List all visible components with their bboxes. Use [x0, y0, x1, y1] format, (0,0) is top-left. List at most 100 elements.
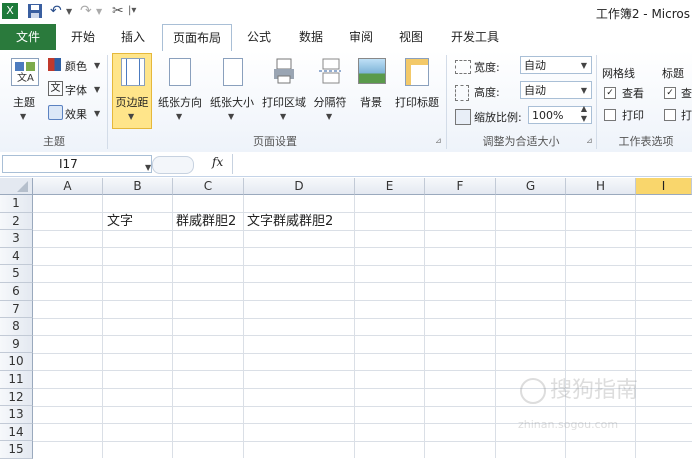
chevron-down-icon: ▼ — [228, 112, 235, 121]
orientation-button[interactable]: 纸张方向 ▼ — [155, 54, 205, 130]
print-titles-button[interactable]: 打印标题 — [391, 54, 443, 130]
themes-button[interactable]: 文A 主题 ▼ — [4, 54, 44, 130]
breaks-button[interactable]: 分隔符 ▼ — [310, 54, 350, 130]
insert-function-icon[interactable]: fx — [212, 155, 223, 169]
headings-label: 标题 — [662, 67, 684, 80]
select-all-button[interactable] — [0, 178, 33, 195]
customize-toolbar-icon[interactable]: |▾ — [128, 5, 144, 21]
redo-dropdown-icon[interactable]: ▼ — [96, 7, 112, 23]
row-header[interactable]: 11 — [0, 371, 33, 389]
font-icon: 文 — [48, 81, 63, 96]
chevron-down-icon: ▼ — [580, 61, 587, 70]
breaks-label: 分隔符 — [313, 96, 347, 109]
spinner-icon[interactable]: ▲ ▼ — [581, 104, 587, 124]
row-header[interactable]: 8 — [0, 318, 33, 336]
theme-fonts-button[interactable]: 文 字体 ▼ — [48, 80, 104, 98]
gridline — [635, 195, 636, 458]
chevron-down-icon: ▼ — [94, 109, 101, 118]
tab-review[interactable]: 审阅 — [338, 24, 384, 50]
cell-d2[interactable]: 文字群威群胆2 — [247, 213, 333, 230]
row-header[interactable]: 1 — [0, 195, 33, 213]
tab-data[interactable]: 数据 — [288, 24, 334, 50]
row-header[interactable]: 5 — [0, 265, 33, 283]
themes-icon: 文A — [11, 58, 39, 86]
row-header[interactable]: 7 — [0, 300, 33, 319]
group-separator — [596, 55, 597, 149]
custom-tool-icon[interactable]: ✂ — [112, 3, 128, 19]
formula-bar-resize-handle[interactable] — [152, 156, 194, 174]
column-header-e[interactable]: E — [355, 178, 425, 195]
excel-logo-icon: X — [2, 3, 18, 19]
gridlines-view-checkbox[interactable]: ✓ — [604, 87, 616, 99]
column-header-g[interactable]: G — [496, 178, 566, 195]
tab-insert[interactable]: 插入 — [110, 24, 156, 50]
width-value: 自动 — [524, 59, 546, 72]
column-header-c[interactable]: C — [173, 178, 244, 195]
tab-view[interactable]: 视图 — [388, 24, 434, 50]
tab-page-layout[interactable]: 页面布局 — [162, 24, 232, 51]
cell-b2[interactable]: 文字 — [107, 213, 133, 230]
gridlines-view-label: 查看 — [622, 87, 644, 100]
size-button[interactable]: 纸张大小 ▼ — [207, 54, 257, 130]
print-area-button[interactable]: 打印区域 ▼ — [259, 54, 309, 130]
tab-developer[interactable]: 开发工具 — [442, 24, 508, 50]
row-header[interactable]: 3 — [0, 230, 33, 248]
row-header[interactable]: 6 — [0, 283, 33, 301]
gridline — [354, 195, 355, 458]
gridline — [102, 195, 103, 458]
column-header-b[interactable]: B — [103, 178, 173, 195]
printer-icon — [273, 58, 295, 84]
redo-icon[interactable]: ↷ — [80, 3, 96, 19]
height-value: 自动 — [524, 84, 546, 97]
row-header[interactable]: 9 — [0, 335, 33, 354]
group-label-themes: 主题 — [43, 135, 65, 148]
headings-view-checkbox[interactable]: ✓ — [664, 87, 676, 99]
undo-icon[interactable]: ↶ — [50, 3, 66, 19]
cell-c2[interactable]: 群威群胆2 — [176, 213, 236, 230]
headings-print-checkbox[interactable] — [664, 109, 676, 121]
print-area-label: 打印区域 — [262, 96, 306, 109]
chevron-down-icon: ▼ — [176, 112, 183, 121]
print-titles-label: 打印标题 — [395, 96, 439, 109]
gridline — [33, 405, 692, 407]
tab-formulas[interactable]: 公式 — [236, 24, 282, 50]
theme-effects-button[interactable]: 效果 ▼ — [48, 104, 104, 122]
row-header[interactable]: 2 — [0, 212, 33, 231]
gridlines-print-checkbox[interactable] — [604, 109, 616, 121]
height-select[interactable]: 自动 ▼ — [520, 81, 592, 99]
gridline — [33, 300, 692, 301]
row-header[interactable]: 13 — [0, 406, 33, 424]
tab-home[interactable]: 开始 — [60, 24, 106, 50]
row-header[interactable]: 4 — [0, 247, 33, 266]
column-header-f[interactable]: F — [425, 178, 496, 195]
gridline — [172, 195, 173, 458]
dialog-launcher-icon[interactable]: ⊿ — [586, 136, 593, 145]
palette-icon — [48, 58, 61, 71]
save-icon[interactable] — [27, 3, 43, 19]
formula-input[interactable] — [232, 154, 692, 174]
gridlines-label: 网格线 — [602, 67, 635, 80]
column-header-a[interactable]: A — [33, 178, 103, 195]
column-header-h[interactable]: H — [566, 178, 636, 195]
theme-fonts-label: 字体 — [65, 84, 87, 97]
tab-file[interactable]: 文件 — [0, 24, 56, 50]
name-box[interactable]: I17 ▼ — [2, 155, 152, 173]
row-header[interactable]: 10 — [0, 353, 33, 371]
height-icon — [455, 85, 469, 101]
chevron-down-icon: ▼ — [280, 112, 287, 121]
column-header-d[interactable]: D — [244, 178, 355, 195]
scale-input[interactable]: 100% ▲ ▼ — [528, 104, 592, 124]
width-select[interactable]: 自动 ▼ — [520, 56, 592, 74]
row-header[interactable]: 12 — [0, 388, 33, 407]
margins-button[interactable]: 页边距 ▼ — [112, 53, 152, 129]
row-header[interactable]: 15 — [0, 441, 33, 459]
chevron-down-icon: ▼ — [20, 112, 27, 121]
gridline — [33, 335, 692, 337]
background-button[interactable]: 背景 — [352, 54, 390, 130]
dialog-launcher-icon[interactable]: ⊿ — [435, 136, 442, 145]
row-header[interactable]: 14 — [0, 423, 33, 442]
watermark-text: 搜狗指南 — [550, 378, 639, 403]
theme-colors-button[interactable]: 颜色 ▼ — [48, 56, 104, 74]
effects-icon — [48, 105, 63, 120]
column-header-i[interactable]: I — [636, 178, 692, 195]
